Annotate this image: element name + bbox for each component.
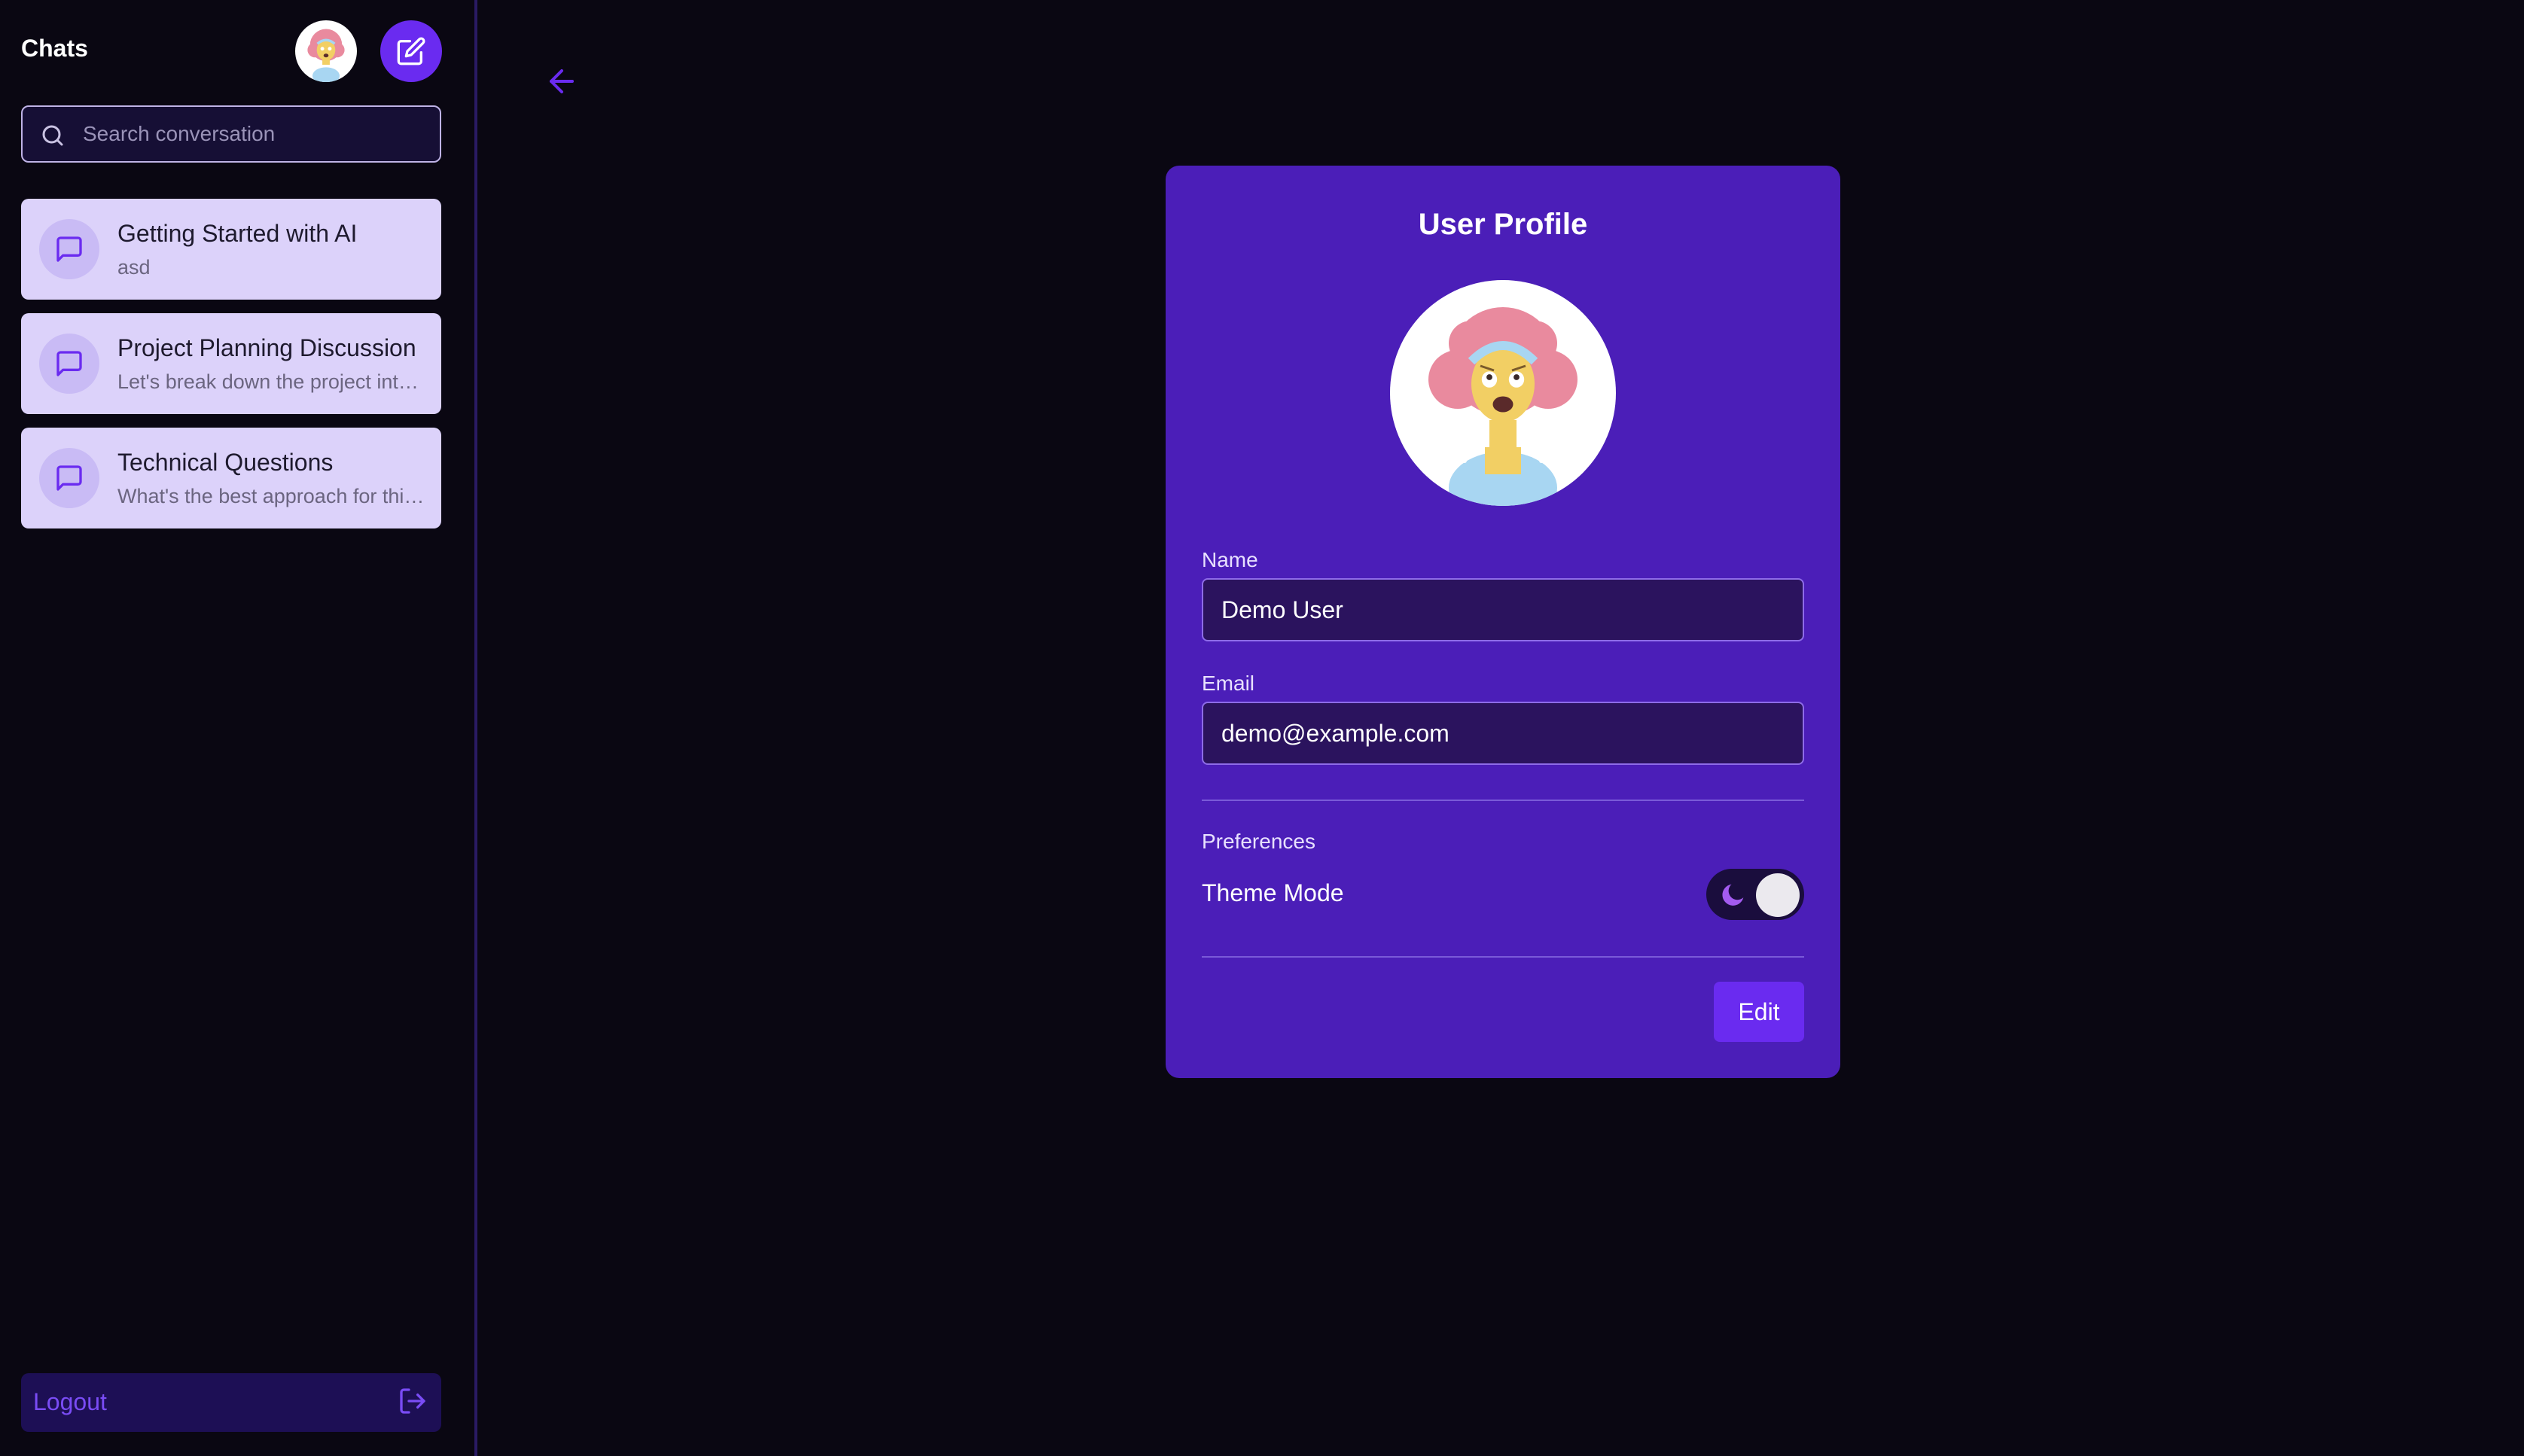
theme-mode-label: Theme Mode	[1202, 879, 1344, 906]
chat-item-preview: Let's break down the project into manage…	[117, 370, 426, 393]
message-square-icon	[56, 236, 82, 262]
logout-label: Logout	[33, 1388, 107, 1415]
search-icon	[42, 125, 63, 146]
message-square-icon	[56, 351, 82, 376]
edit-square-icon	[397, 37, 425, 65]
logout-button[interactable]: Logout	[21, 1373, 441, 1432]
email-label: Email	[1202, 672, 1255, 695]
sidebar: Chats Search conversation Getting Starte…	[0, 0, 477, 1456]
arrow-left-icon	[550, 69, 574, 93]
chat-item-title: Project Planning Discussion	[117, 334, 416, 361]
message-square-icon	[56, 465, 82, 491]
page-title: User Profile	[1418, 208, 1588, 241]
preferences-heading: Preferences	[1202, 830, 1315, 853]
toggle-knob	[1756, 873, 1800, 917]
chat-item-preview: asd	[117, 256, 151, 279]
avatar-illustration-icon	[307, 29, 345, 82]
chat-icon-badge	[39, 448, 99, 508]
user-avatar[interactable]	[295, 20, 357, 82]
app-root: Chats Search conversation Getting Starte…	[0, 0, 2524, 1456]
chat-item-getting-started[interactable]: Getting Started with AI asd	[21, 199, 441, 300]
chat-item-technical-questions[interactable]: Technical Questions What's the best appr…	[21, 428, 441, 528]
chat-item-title: Technical Questions	[117, 449, 334, 476]
chat-item-title: Getting Started with AI	[117, 220, 358, 247]
name-field[interactable]	[1202, 578, 1804, 641]
chat-list: Getting Started with AI asd Project Plan…	[21, 199, 441, 542]
chat-icon-badge	[39, 219, 99, 279]
theme-mode-toggle[interactable]	[1706, 869, 1804, 920]
avatar-illustration-icon	[1428, 307, 1578, 506]
search-input[interactable]	[83, 107, 429, 161]
user-profile-card: User Profile Name Demo User Email demo@e…	[1166, 166, 1840, 1078]
chat-item-project-planning[interactable]: Project Planning Discussion Let's break …	[21, 313, 441, 414]
chat-icon-badge	[39, 334, 99, 394]
divider	[1202, 956, 1804, 958]
divider	[1202, 800, 1804, 801]
edit-button[interactable]: Edit	[1714, 982, 1804, 1042]
moon-icon	[1722, 884, 1744, 906]
new-chat-button[interactable]	[380, 20, 442, 82]
chat-item-preview: What's the best approach for this proble…	[117, 485, 426, 507]
sidebar-title: Chats	[21, 35, 88, 62]
back-button[interactable]	[539, 62, 584, 101]
search-box	[21, 105, 441, 163]
name-label: Name	[1202, 548, 1258, 571]
email-field[interactable]	[1202, 702, 1804, 765]
profile-avatar[interactable]	[1390, 280, 1616, 506]
logout-icon	[400, 1388, 425, 1414]
